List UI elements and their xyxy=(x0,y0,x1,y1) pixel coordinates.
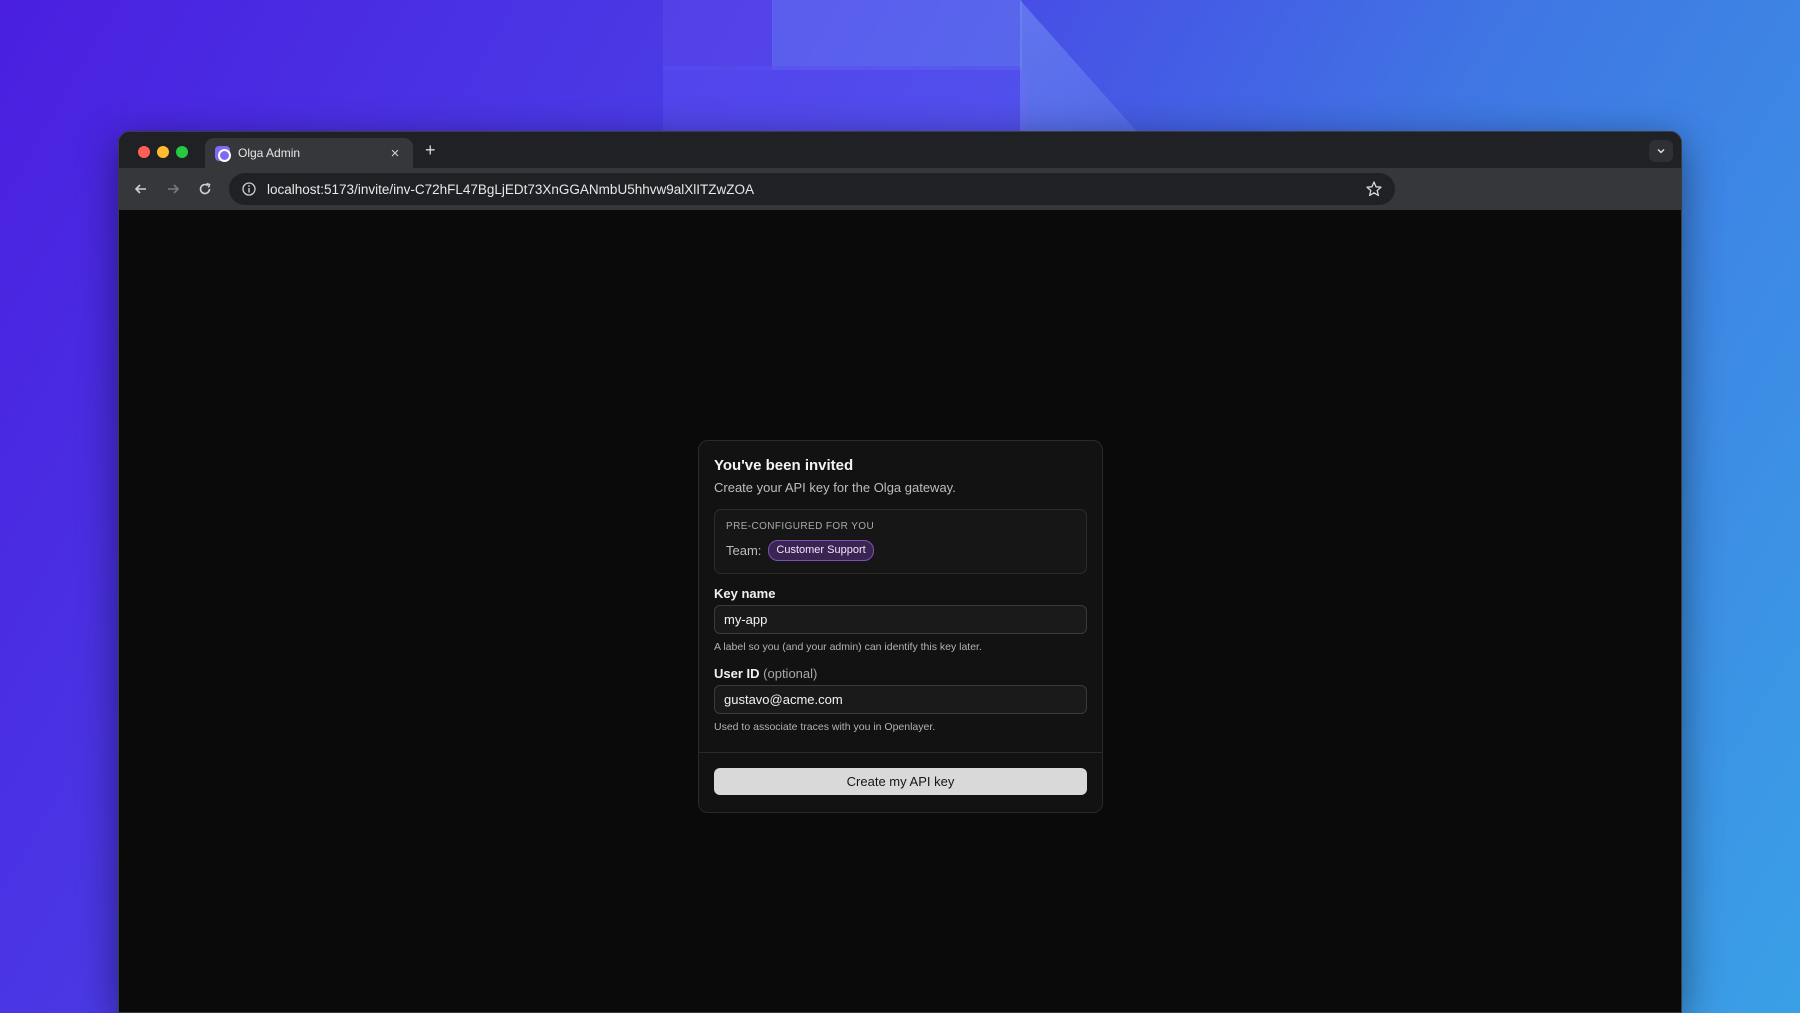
background-shape xyxy=(772,0,1022,70)
card-title: You've been invited xyxy=(714,457,854,474)
site-info-icon[interactable] xyxy=(241,181,257,197)
key-name-input[interactable] xyxy=(714,605,1087,634)
key-name-label: Key name xyxy=(714,586,776,601)
key-name-hint: A label so you (and your admin) can iden… xyxy=(714,641,982,653)
background-shape xyxy=(663,0,773,70)
reload-button[interactable] xyxy=(189,173,221,205)
user-id-hint: Used to associate traces with you in Ope… xyxy=(714,721,936,733)
browser-window: Olga Admin × + localhost:5173/invite/inv… xyxy=(118,131,1682,1013)
url-text[interactable]: localhost:5173/invite/inv-C72hFL47BgLjED… xyxy=(267,182,1365,197)
user-id-input[interactable] xyxy=(714,685,1087,714)
team-label: Team: xyxy=(726,543,762,558)
card-subtitle: Create your API key for the Olga gateway… xyxy=(714,480,956,495)
preconfigured-panel: PRE-CONFIGURED FOR YOU Team: Customer Su… xyxy=(714,509,1087,574)
reload-icon xyxy=(199,182,211,195)
team-row: Team: Customer Support xyxy=(726,540,1075,561)
user-id-label-text: User ID xyxy=(714,666,760,681)
tab-search-button[interactable] xyxy=(1649,140,1673,162)
bookmark-star-icon[interactable] xyxy=(1365,180,1383,198)
page-content: You've been invited Create your API key … xyxy=(119,210,1681,1012)
close-window-button[interactable] xyxy=(138,146,150,158)
background-shape xyxy=(663,66,1028,136)
minimize-window-button[interactable] xyxy=(157,146,169,158)
maximize-window-button[interactable] xyxy=(176,146,188,158)
user-id-label: User ID (optional) xyxy=(714,666,1087,681)
team-badge: Customer Support xyxy=(768,540,874,561)
browser-tab[interactable]: Olga Admin × xyxy=(205,138,413,168)
tab-close-icon[interactable]: × xyxy=(387,145,403,162)
browser-toolbar: localhost:5173/invite/inv-C72hFL47BgLjED… xyxy=(119,168,1681,210)
arrow-right-icon xyxy=(168,184,180,194)
address-bar[interactable]: localhost:5173/invite/inv-C72hFL47BgLjED… xyxy=(229,173,1395,205)
chevron-down-icon xyxy=(1657,148,1665,154)
tab-bar: Olga Admin × + xyxy=(119,132,1681,168)
preconfigured-heading: PRE-CONFIGURED FOR YOU xyxy=(726,521,875,532)
optional-tag: (optional) xyxy=(763,666,818,681)
background-shape xyxy=(1020,0,1140,135)
card-footer: Create my API key xyxy=(699,752,1102,812)
new-tab-button[interactable]: + xyxy=(425,140,436,161)
invite-card: You've been invited Create your API key … xyxy=(698,440,1103,813)
olga-logo-icon xyxy=(215,145,231,162)
create-api-key-button[interactable]: Create my API key xyxy=(714,768,1087,795)
tab-title: Olga Admin xyxy=(238,146,301,160)
arrow-left-icon xyxy=(134,184,146,194)
back-button[interactable] xyxy=(125,173,157,205)
window-controls xyxy=(138,146,188,158)
forward-button[interactable] xyxy=(157,173,189,205)
